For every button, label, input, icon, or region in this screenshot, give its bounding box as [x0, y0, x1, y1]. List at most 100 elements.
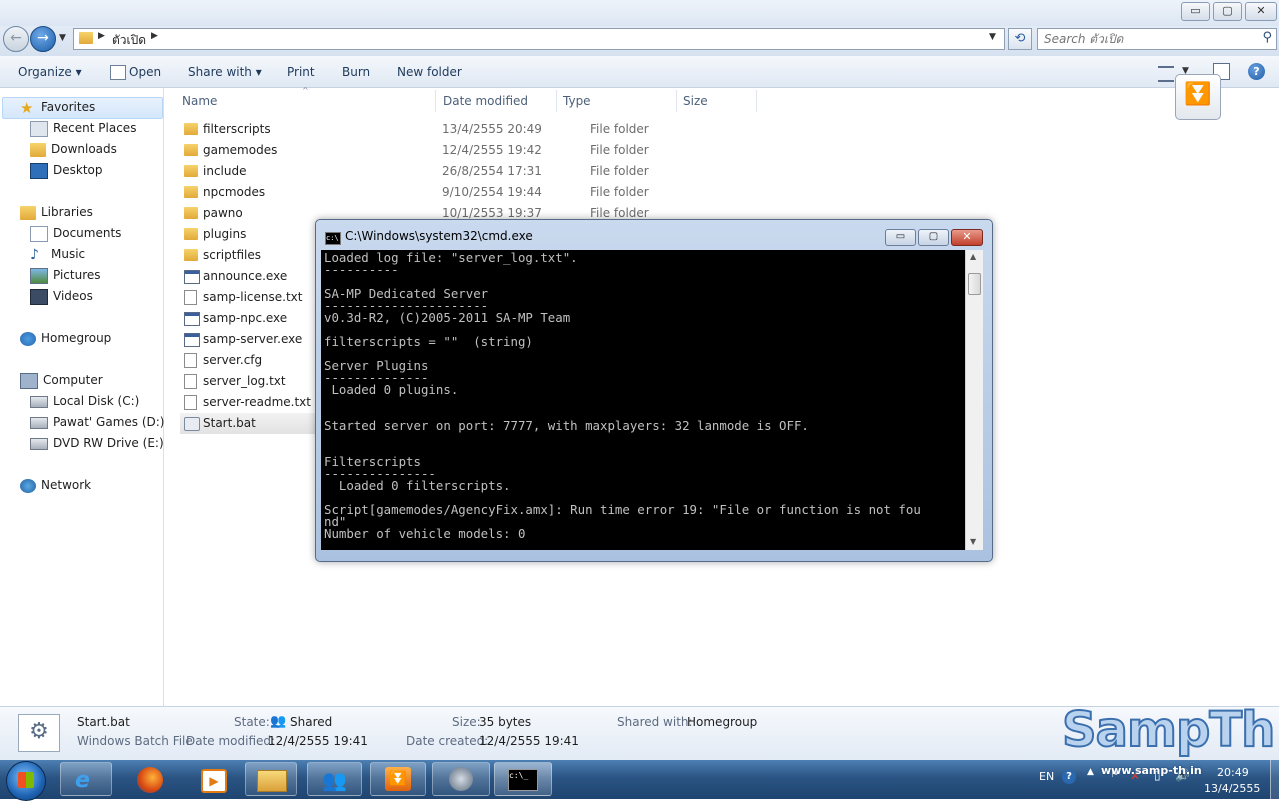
details-size-value: 35 bytes [479, 715, 532, 729]
file-row[interactable]: filterscripts 13/4/2555 20:49 File folder [180, 119, 760, 140]
nav-videos[interactable]: Videos [30, 286, 93, 306]
nav-label: DVD RW Drive (E:) GT [53, 436, 163, 450]
file-date: 9/10/2554 19:44 [442, 185, 542, 199]
taskbar-cmd[interactable]: c:\_ [494, 762, 552, 796]
nav-recent-places[interactable]: Recent Places [30, 118, 136, 138]
scroll-up-icon[interactable]: ▲ [970, 252, 976, 261]
nav-homegroup[interactable]: Homegroup [20, 328, 111, 348]
scroll-down-icon[interactable]: ▼ [970, 537, 976, 546]
taskbar-firefox[interactable] [120, 762, 178, 796]
file-row[interactable]: gamemodes 12/4/2555 19:42 File folder [180, 140, 760, 161]
recent-pages-dropdown[interactable]: ▼ [59, 33, 66, 43]
search-icon[interactable]: ⚲ [1262, 30, 1272, 45]
file-name: filterscripts [203, 122, 271, 136]
start-button[interactable] [6, 761, 46, 801]
nav-label: Desktop [53, 163, 103, 177]
console-line: Number of vehicle models: 0 [324, 526, 526, 541]
taskbar-samp-client[interactable] [432, 762, 490, 796]
file-name: include [203, 164, 247, 178]
column-header-date[interactable]: Date modified [437, 90, 557, 112]
close-button[interactable]: ✕ [1245, 2, 1277, 21]
breadcrumb-chevron-icon[interactable]: ▶ [151, 31, 158, 41]
search-input[interactable] [1038, 29, 1246, 49]
nav-label: Homegroup [41, 331, 112, 345]
file-row[interactable]: Start.bat [180, 413, 315, 434]
batch-file-icon [184, 417, 200, 431]
nav-label: Pictures [53, 268, 101, 282]
column-header-type[interactable]: Type [557, 90, 677, 112]
address-history-dropdown[interactable]: ▼ [989, 32, 996, 42]
taskbar-download-manager[interactable]: ⏬ [370, 762, 426, 796]
nav-downloads[interactable]: Downloads [30, 139, 117, 159]
dvd-drive-icon [30, 437, 48, 450]
help-icon[interactable]: ? [1248, 63, 1265, 80]
file-name: plugins [203, 227, 247, 241]
sort-ascending-icon: ^ [302, 86, 309, 95]
nav-network[interactable]: Network [20, 475, 91, 495]
details-size-label: Size: [452, 715, 481, 729]
details-created-value: 12/4/2555 19:41 [479, 734, 579, 748]
scroll-thumb[interactable] [968, 273, 981, 295]
open-button[interactable]: Open [129, 63, 161, 81]
file-row[interactable]: include 26/8/2554 17:31 File folder [180, 161, 760, 182]
details-created-label: Date created: [406, 734, 489, 748]
help-tray-icon[interactable]: ? [1062, 770, 1076, 784]
column-header-size[interactable]: Size [677, 90, 757, 112]
nav-desktop[interactable]: Desktop [30, 160, 103, 180]
nav-games-disk[interactable]: Pawat' Games (D:) [30, 412, 164, 432]
text-file-icon [184, 290, 197, 305]
taskbar-media-player[interactable]: ▶ [183, 762, 241, 796]
cmd-icon: c:\ [325, 232, 341, 245]
file-name: server.cfg [203, 353, 263, 367]
nav-local-disk[interactable]: Local Disk (C:) [30, 391, 139, 411]
details-modified-label: Date modified: [186, 734, 276, 748]
maximize-button[interactable]: ▢ [1213, 2, 1242, 21]
file-name: server-readme.txt [203, 395, 311, 409]
breadcrumb-chevron-icon[interactable]: ▶ [98, 31, 105, 41]
nav-pictures[interactable]: Pictures [30, 265, 101, 285]
recent-places-icon [30, 120, 48, 137]
nav-documents[interactable]: Documents [30, 223, 121, 243]
cmd-scrollbar[interactable]: ▲ ▼ [965, 250, 983, 550]
disk-icon [30, 395, 48, 408]
cmd-maximize-button[interactable]: ▢ [918, 229, 949, 246]
taskbar-internet-explorer[interactable]: e [60, 762, 112, 796]
share-with-button[interactable]: Share with ▾ [188, 63, 262, 81]
nav-dvd-drive[interactable]: DVD RW Drive (E:) GT [30, 433, 163, 453]
file-name: samp-server.exe [203, 332, 303, 346]
back-button[interactable]: ← [3, 26, 29, 52]
search-box[interactable]: ⚲ [1037, 28, 1277, 50]
minimize-button[interactable]: ▭ [1181, 2, 1210, 21]
file-row[interactable]: npcmodes 9/10/2554 19:44 File folder [180, 182, 760, 203]
language-indicator[interactable]: EN [1039, 770, 1054, 783]
nav-label: Music [51, 247, 86, 261]
show-desktop-button[interactable] [1270, 760, 1279, 799]
nav-music[interactable]: ♪ Music [30, 244, 85, 264]
nav-libraries[interactable]: Libraries [20, 202, 93, 222]
view-options-icon[interactable] [1158, 66, 1174, 82]
clock-date[interactable]: 13/4/2555 [1204, 782, 1260, 795]
text-file-icon [184, 374, 197, 389]
taskbar-messenger[interactable]: 👥 [307, 762, 362, 796]
burn-button[interactable]: Burn [342, 63, 370, 81]
console-line: Script[gamemodes/AgencyFix.amx]: Run tim… [324, 502, 921, 517]
cmd-minimize-button[interactable]: ▭ [885, 229, 916, 246]
organize-button[interactable]: Organize ▾ [18, 63, 82, 81]
taskbar-explorer[interactable] [245, 762, 297, 796]
breadcrumb-folder[interactable]: ตัวเปิด [112, 31, 146, 50]
refresh-button[interactable]: ⟲ [1008, 28, 1032, 50]
new-folder-button[interactable]: New folder [397, 63, 462, 81]
download-overlay-icon[interactable]: ⏬ [1175, 74, 1221, 120]
show-hidden-icons-icon[interactable]: ▲ [1087, 767, 1094, 777]
nav-favorites[interactable]: ★ Favorites [20, 97, 95, 117]
forward-button[interactable]: → [30, 26, 56, 52]
print-button[interactable]: Print [287, 63, 315, 81]
network-icon [20, 478, 36, 493]
folder-icon [79, 32, 93, 44]
cmd-close-button[interactable]: ✕ [951, 229, 983, 246]
cmd-console-output[interactable]: Loaded log file: "server_log.txt". ------… [321, 250, 965, 550]
address-bar[interactable]: ▶ ตัวเปิด ▶ ▼ [73, 28, 1005, 50]
console-line: filterscripts = "" (string) [324, 334, 533, 349]
cmd-title: C:\Windows\system32\cmd.exe [345, 229, 533, 243]
nav-computer[interactable]: Computer [20, 370, 103, 390]
